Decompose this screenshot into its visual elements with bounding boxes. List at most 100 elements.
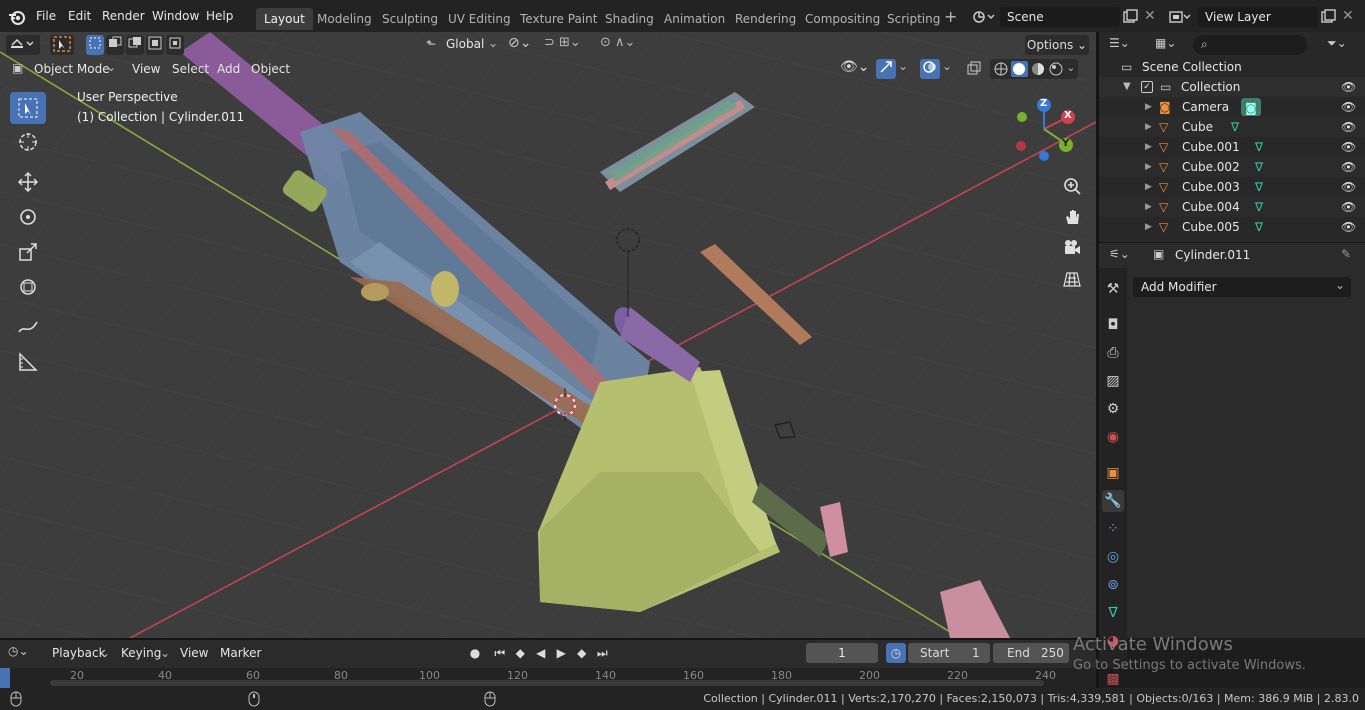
properties-editor-type-icon[interactable]: ⚟⌄: [1109, 247, 1137, 265]
scene-name-field[interactable]: Scene: [1000, 7, 1120, 27]
menu-edit[interactable]: Edit: [62, 6, 97, 26]
select-invert-icon[interactable]: [146, 35, 164, 55]
output-tab-icon[interactable]: ⎙: [1102, 342, 1124, 364]
outliner-item[interactable]: ▶ ▽ Cube.003 ∇ 👁: [1099, 177, 1365, 197]
select-box-tool[interactable]: [10, 92, 46, 124]
select-extend-icon[interactable]: [106, 35, 124, 55]
timeline-editor-type-icon[interactable]: ◷⌄: [8, 644, 40, 662]
end-frame-field[interactable]: End 250: [993, 643, 1069, 663]
tab-layout[interactable]: Layout: [256, 8, 313, 30]
prev-keyframe-icon[interactable]: ◆: [510, 643, 530, 663]
scene-selector-icon[interactable]: [972, 9, 998, 25]
eye-icon[interactable]: 👁: [1341, 137, 1356, 157]
start-frame-field[interactable]: Start 1: [908, 643, 990, 663]
timeline-scrollbar[interactable]: [50, 680, 1044, 686]
scale-tool[interactable]: [10, 236, 46, 268]
eye-icon[interactable]: 👁: [1341, 97, 1356, 117]
constraints-tab-icon[interactable]: ⊚: [1102, 574, 1124, 596]
tool-tab-icon[interactable]: ⚒: [1102, 278, 1124, 300]
menu-window[interactable]: Window: [146, 6, 205, 26]
select-intersect-icon[interactable]: [166, 35, 184, 55]
mesh-data-icon[interactable]: ∇: [1255, 137, 1263, 157]
expand-arrow-icon[interactable]: ▶: [1145, 117, 1152, 137]
xray-toggle-icon[interactable]: [966, 61, 984, 79]
expand-arrow-icon[interactable]: ▶: [1145, 157, 1152, 177]
options-dropdown[interactable]: Options ⌄: [1025, 35, 1089, 55]
outliner-search-input[interactable]: ⌕: [1193, 35, 1307, 55]
menu-select[interactable]: Select: [166, 59, 215, 79]
tab-modeling[interactable]: Modeling: [309, 8, 380, 30]
mesh-data-icon[interactable]: ∇: [1255, 177, 1263, 197]
outliner-item[interactable]: ▶ ▽ Cube.002 ∇ 👁: [1099, 157, 1365, 177]
visibility-dropdown-icon[interactable]: 👁⌄: [840, 59, 872, 79]
physics-tab-icon[interactable]: ◎: [1102, 546, 1124, 568]
menu-view[interactable]: View: [126, 59, 166, 79]
proportional-editing-icon[interactable]: ⊙ ∧⌄: [600, 35, 652, 55]
eye-icon[interactable]: 👁: [1341, 117, 1356, 137]
render-tab-icon[interactable]: ◘: [1102, 314, 1124, 336]
chevron-down-icon[interactable]: ⌄: [160, 646, 170, 660]
object-tab-icon[interactable]: ▣: [1102, 462, 1124, 484]
expand-arrow-icon[interactable]: ▶: [1145, 137, 1152, 157]
tab-uv-editing[interactable]: UV Editing: [440, 8, 519, 30]
eye-icon[interactable]: 👁: [1341, 157, 1356, 177]
annotate-tool[interactable]: [10, 311, 46, 343]
camera-view-icon[interactable]: [1058, 234, 1086, 262]
blender-logo-icon[interactable]: [8, 8, 26, 26]
world-tab-icon[interactable]: ◉: [1102, 426, 1124, 448]
select-new-icon[interactable]: [86, 35, 104, 55]
collection-checkbox[interactable]: ✓: [1141, 81, 1153, 93]
jump-end-icon[interactable]: ⏭: [592, 643, 612, 663]
camera-data-icon[interactable]: ◙: [1241, 98, 1261, 116]
move-tool[interactable]: [10, 166, 46, 198]
chevron-down-icon[interactable]: ⌄: [100, 646, 110, 660]
menu-timeline-view[interactable]: View: [174, 643, 214, 663]
navigation-gizmo[interactable]: X Y Z: [1010, 97, 1092, 167]
overlays-toggle-icon[interactable]: [920, 59, 940, 79]
new-scene-icon[interactable]: [1122, 9, 1138, 25]
expand-arrow-icon[interactable]: ▶: [1145, 97, 1152, 117]
data-tab-icon[interactable]: ∇: [1102, 602, 1124, 624]
select-tool-toggle[interactable]: [50, 35, 74, 55]
tab-scripting[interactable]: Scripting: [879, 8, 948, 30]
outliner-item[interactable]: ▶ ▽ Cube.004 ∇ 👁: [1099, 197, 1365, 217]
eye-icon[interactable]: 👁: [1341, 217, 1356, 237]
tab-rendering[interactable]: Rendering: [727, 8, 804, 30]
outliner-scene-collection[interactable]: ▭ Scene Collection: [1099, 57, 1365, 77]
timeline-ruler[interactable]: 20 40 60 80 100 120 140 160 180 200 220 …: [0, 668, 1096, 688]
pivot-point-icon[interactable]: ⊘⌄: [508, 35, 540, 55]
menu-object[interactable]: Object: [245, 59, 296, 79]
delete-scene-icon[interactable]: ✕: [1144, 9, 1158, 23]
chevron-down-icon[interactable]: ⌄: [1066, 61, 1076, 77]
eye-icon[interactable]: 👁: [1341, 177, 1356, 197]
tab-compositing[interactable]: Compositing: [797, 8, 888, 30]
rotate-tool[interactable]: [10, 201, 46, 233]
solid-shading-icon[interactable]: [1010, 61, 1029, 77]
mesh-data-icon[interactable]: ∇: [1231, 117, 1239, 137]
outliner-item[interactable]: ▶ ◙ Camera ◙ 👁: [1099, 97, 1365, 117]
rendered-shading-icon[interactable]: [1048, 61, 1066, 77]
pan-hand-icon[interactable]: [1058, 203, 1086, 231]
select-subtract-icon[interactable]: [126, 35, 144, 55]
mesh-data-icon[interactable]: ∇: [1255, 157, 1263, 177]
material-shading-icon[interactable]: [1029, 61, 1047, 77]
3d-viewport[interactable]: ⬑ Global ⌄ ⊘⌄ ⊃ ⊞⌄ ⊙ ∧⌄ Options ⌄ ▣ Obje…: [0, 32, 1096, 638]
menu-add[interactable]: Add: [211, 59, 246, 79]
menu-marker[interactable]: Marker: [214, 643, 267, 663]
expand-arrow-icon[interactable]: ▶: [1145, 177, 1152, 197]
tab-sculpting[interactable]: Sculpting: [374, 8, 446, 30]
chevron-down-icon[interactable]: ⌄: [942, 59, 956, 79]
play-reverse-icon[interactable]: ◀: [531, 643, 551, 663]
snapping-icon[interactable]: ⊃ ⊞⌄: [544, 35, 596, 55]
menu-render[interactable]: Render: [96, 6, 151, 26]
new-view-layer-icon[interactable]: [1320, 9, 1336, 25]
editor-type-button[interactable]: [6, 35, 40, 55]
view-layer-icon[interactable]: [1168, 9, 1194, 25]
chevron-down-icon[interactable]: ⌄: [898, 59, 912, 79]
play-icon[interactable]: ▶: [551, 643, 571, 663]
use-preview-range-icon[interactable]: ◷: [886, 643, 906, 663]
display-mode-icon[interactable]: ▦⌄: [1155, 36, 1183, 54]
mode-dropdown[interactable]: ▣ Object Mode ⌄: [10, 59, 118, 79]
tab-texture-paint[interactable]: Texture Paint: [512, 8, 605, 30]
tab-animation[interactable]: Animation: [656, 8, 733, 30]
